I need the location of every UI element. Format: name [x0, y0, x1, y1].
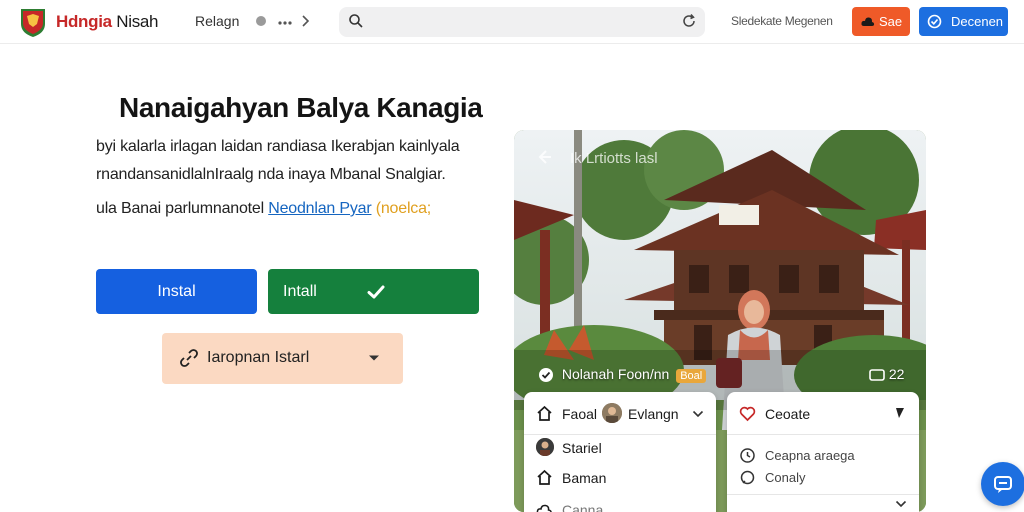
home-icon — [537, 469, 552, 485]
cloud-icon — [861, 17, 875, 26]
panel-left-item-label: Baman — [562, 470, 607, 486]
photo-count-value: 22 — [888, 366, 905, 382]
chevron-right-icon[interactable] — [298, 12, 312, 30]
install-button-confirm[interactable]: Intall — [268, 269, 479, 314]
panel-left-item[interactable]: Baman — [524, 466, 716, 490]
chat-fab-button[interactable] — [981, 462, 1024, 506]
panel-left-item[interactable]: Stariel — [524, 436, 716, 460]
blue-action-label: Decenen — [951, 14, 1004, 29]
panel-right-item-label: Conaly — [765, 470, 806, 485]
orange-action-label: Sae — [879, 14, 903, 29]
panel-right-header-label: Ceoate — [765, 406, 811, 422]
photo-overlay-title: Ik Lrtiotts lasl — [570, 150, 658, 167]
install-button-primary[interactable]: Instal — [96, 269, 257, 314]
panel-left-header[interactable]: Faoal Evlangn — [524, 402, 716, 426]
description-line-2: rnandansanidlalnIraalg nda inaya Mbanal … — [96, 166, 446, 183]
panel-left-header-label: Faoal — [562, 406, 598, 422]
arrow-left-icon[interactable] — [536, 148, 554, 166]
cloud-icon — [536, 504, 552, 512]
heart-icon — [739, 406, 756, 422]
panel-right-divider — [727, 494, 919, 495]
send-icon[interactable] — [895, 407, 905, 419]
top-bar: Hdngia Nisah Relagn Sledekate Megenen Sa… — [0, 0, 1024, 44]
description-line-1: byi kalarla irlagan laidan randiasa Iker… — [96, 138, 460, 155]
description-line-3-text: ula Banai parlumnanotel — [96, 200, 264, 217]
nav-link[interactable]: Relagn — [195, 13, 239, 29]
brand-name-part2: Nisah — [116, 12, 159, 31]
photo-caption-tag: Boal — [676, 369, 707, 383]
avatar — [536, 438, 554, 456]
check-circle-icon — [539, 368, 553, 383]
panel-left-item-label: Stariel — [562, 440, 602, 456]
chat-icon — [994, 476, 1012, 493]
panel-right-item[interactable]: Conaly — [727, 466, 919, 490]
description-note: (noelca; — [375, 200, 432, 217]
header-text[interactable]: Sledekate Megenen — [731, 14, 833, 28]
photo-caption: Nolanah Foon/nn Boal — [538, 366, 707, 383]
photo-caption-text: Nolanah Foon/nn — [561, 366, 670, 382]
panel-right-item[interactable]: Ceapna araega — [727, 444, 919, 468]
menu-panel-right: Ceoate Ceapna araega Conaly — [727, 392, 919, 512]
panel-right-divider — [727, 434, 919, 435]
check-circle-icon — [927, 14, 942, 29]
brand-name-part1: Hdngia — [56, 12, 112, 31]
search-icon[interactable] — [348, 13, 364, 29]
orange-action-button[interactable]: Sae — [852, 7, 910, 36]
install-button-confirm-label: Intall — [283, 283, 317, 300]
chevron-down-icon[interactable] — [895, 500, 907, 508]
description-line-3: ula Banai parlumnanotel Neodnlan Pyar (n… — [96, 200, 431, 218]
panel-right-item-label: Ceapna araega — [765, 448, 855, 463]
menu-panel-left: Faoal Evlangn Stariel Baman Canna — [524, 392, 716, 512]
options-dropdown[interactable]: Iaropnan Istarl — [162, 333, 403, 384]
blue-action-button[interactable]: Decenen — [919, 7, 1008, 36]
chevron-down-icon — [369, 355, 379, 361]
photo-count[interactable]: 22 — [869, 366, 904, 382]
panel-left-item-label: Canna — [562, 502, 604, 512]
chevron-down-icon[interactable] — [692, 409, 704, 419]
more-icon[interactable] — [278, 12, 292, 30]
tag-icon[interactable] — [254, 12, 268, 30]
gallery-icon — [869, 369, 885, 382]
avatar[interactable] — [602, 403, 622, 423]
brand-logo-icon[interactable] — [18, 6, 48, 38]
options-dropdown-label: Iaropnan Istarl — [207, 349, 310, 366]
panel-left-divider — [524, 434, 716, 435]
clock-icon — [740, 448, 755, 463]
search-bar[interactable] — [339, 7, 705, 37]
panel-right-header[interactable]: Ceoate — [727, 402, 919, 426]
refresh-icon[interactable] — [681, 13, 697, 29]
check-icon — [367, 285, 385, 299]
panel-left-user-name: Evlangn — [628, 406, 679, 422]
home-icon — [537, 405, 552, 421]
brand-name[interactable]: Hdngia Nisah — [56, 12, 159, 32]
chat-icon — [740, 470, 755, 485]
panel-left-item[interactable]: Canna — [524, 498, 716, 512]
page-title: Nanaigahyan Balya Kanagia — [119, 92, 483, 123]
description-link[interactable]: Neodnlan Pyar — [268, 200, 371, 217]
link-icon — [180, 349, 198, 367]
